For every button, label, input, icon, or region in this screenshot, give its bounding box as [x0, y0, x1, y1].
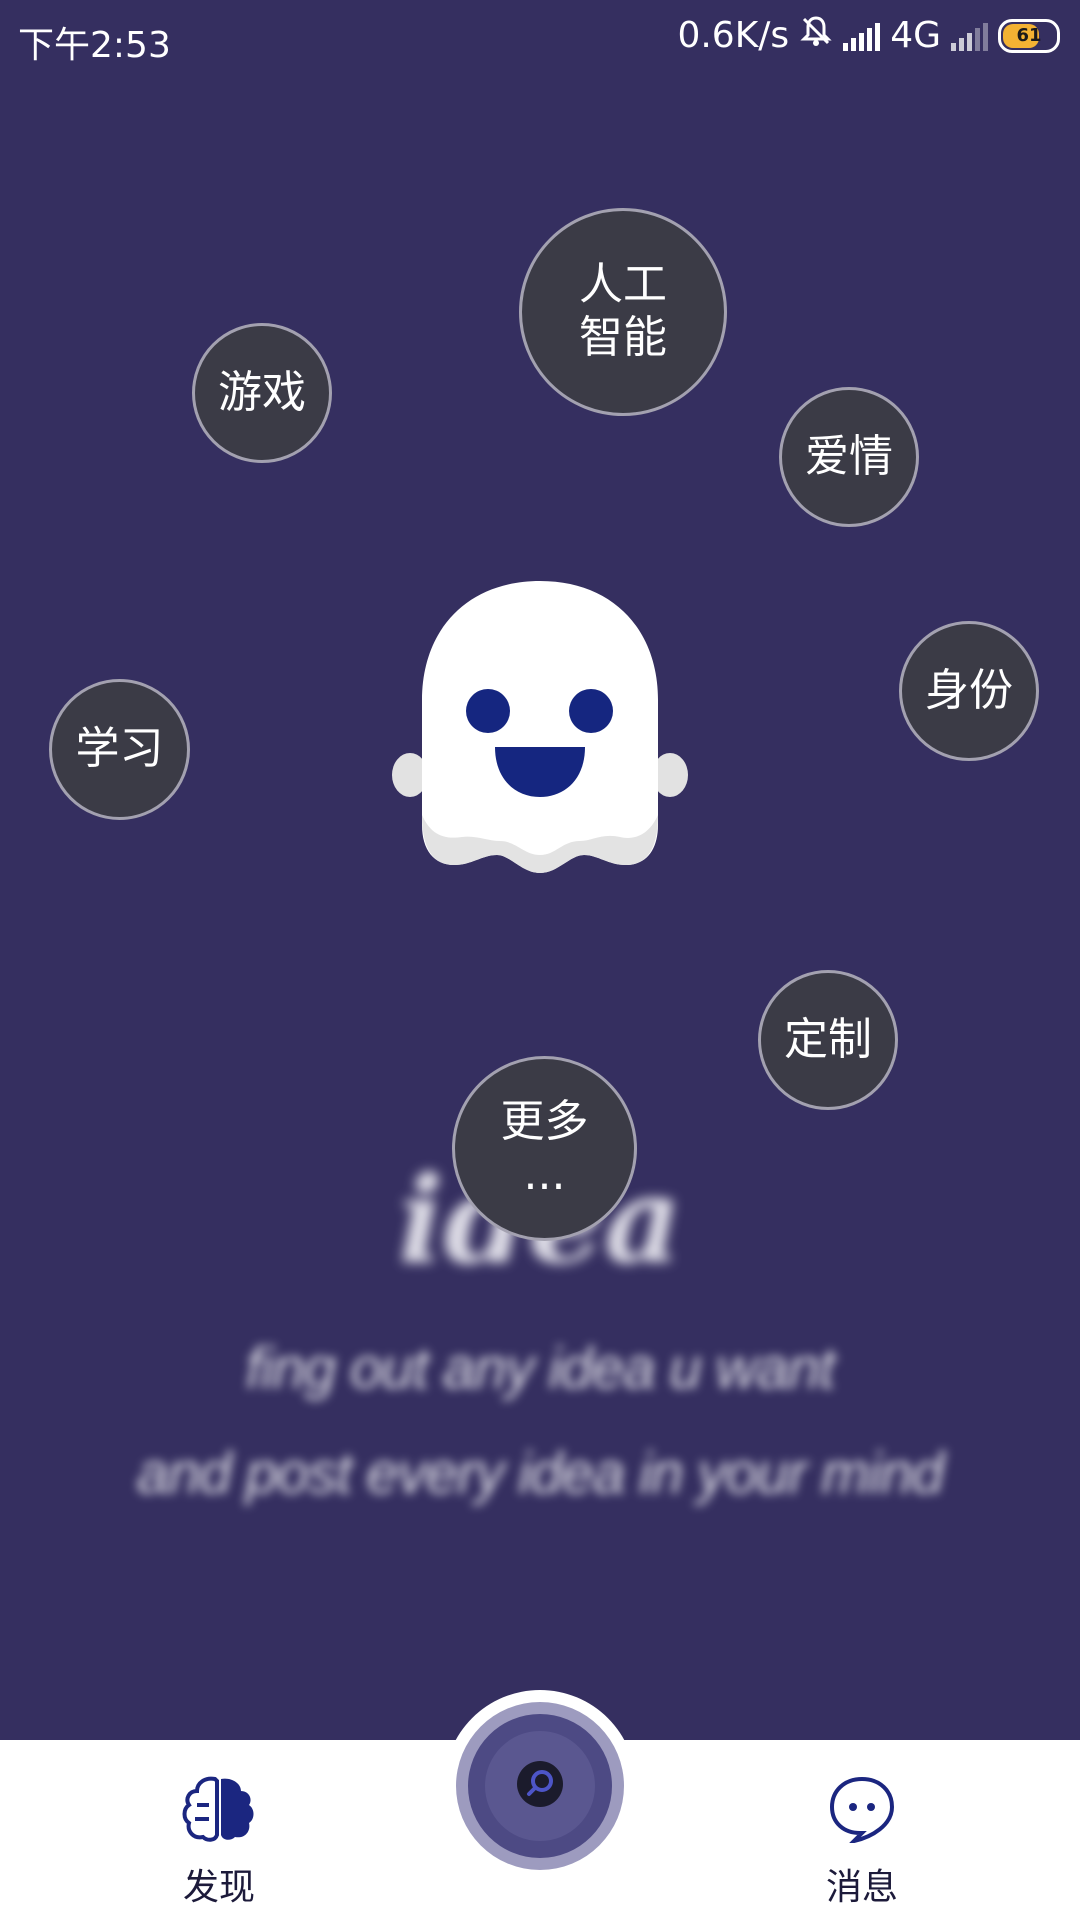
nav-messages[interactable]: 消息 — [782, 1775, 942, 1910]
bubble-identity[interactable]: 身份 — [899, 621, 1039, 761]
signal-strength-secondary-icon — [951, 21, 988, 51]
center-search-button[interactable] — [468, 1714, 612, 1858]
bubble-ai[interactable]: 人工 智能 — [519, 208, 727, 416]
bubble-love-label: 爱情 — [805, 430, 893, 482]
status-right-group: 0.6K/s 4G 61 — [677, 14, 1060, 57]
nav-messages-label: 消息 — [825, 1867, 898, 1908]
status-time: 下午2:53 — [18, 25, 171, 66]
screen: 下午2:53 0.6K/s 4G 61 人工 智能 游戏 爱情 身份 学习 定制… — [0, 0, 1080, 1920]
net-speed: 0.6K/s — [677, 15, 790, 56]
bubble-games-label: 游戏 — [218, 366, 306, 418]
battery-level: 61 — [1016, 25, 1042, 46]
bubble-love[interactable]: 爱情 — [779, 387, 919, 527]
chat-bubble-icon — [828, 1776, 896, 1852]
signal-strength-icon — [843, 21, 881, 51]
nav-discover[interactable]: 发现 — [139, 1775, 299, 1910]
status-bar: 下午2:53 0.6K/s 4G 61 — [0, 0, 1080, 78]
mute-bell-icon — [799, 14, 833, 57]
bubble-more-label: 更多 ... — [500, 1095, 589, 1200]
ghost-mascot-icon — [392, 575, 688, 885]
bubble-custom-label: 定制 — [784, 1013, 872, 1065]
nav-discover-label: 发现 — [182, 1867, 255, 1908]
network-type: 4G — [890, 15, 941, 56]
bubble-identity-label: 身份 — [925, 664, 1013, 716]
battery-icon: 61 — [998, 18, 1060, 53]
bubble-ai-label: 人工 智能 — [579, 259, 667, 363]
bubble-more[interactable]: 更多 ... — [452, 1056, 637, 1241]
hero-line-2: and post every idea in your mind — [136, 1441, 944, 1506]
search-icon — [515, 1759, 565, 1813]
bubble-custom[interactable]: 定制 — [758, 970, 898, 1110]
bubble-study-label: 学习 — [75, 723, 164, 775]
bubble-study[interactable]: 学习 — [49, 679, 190, 820]
hero-line-1: fing out any idea u want — [245, 1336, 836, 1401]
brain-icon — [181, 1776, 257, 1852]
bubble-games[interactable]: 游戏 — [192, 323, 332, 463]
